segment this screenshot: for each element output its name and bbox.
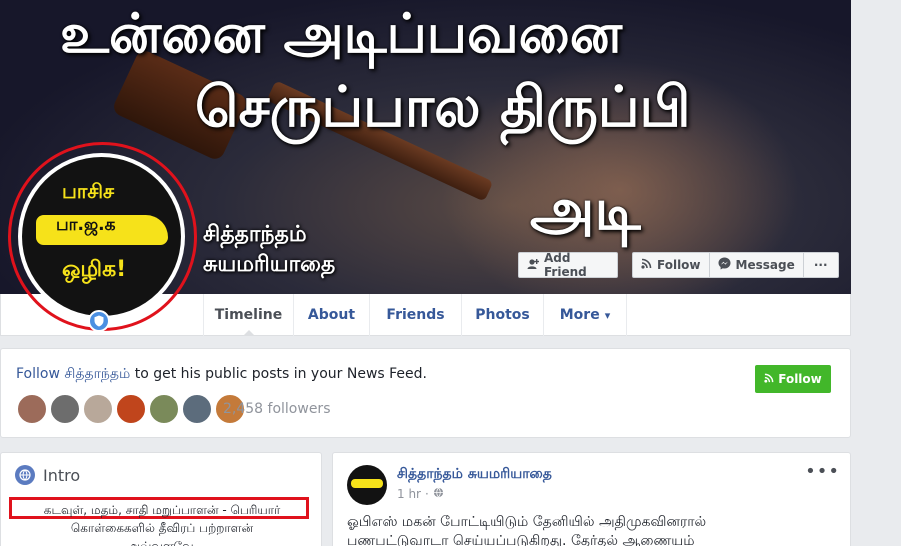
follower-avatar[interactable] [148, 393, 180, 425]
cover-text-line1: உன்னை அடிப்பவனை [60, 2, 623, 65]
rss-icon [764, 372, 774, 386]
profile-action-group: Follow Message ··· [632, 252, 839, 278]
more-options-button[interactable]: ··· [804, 253, 838, 277]
tab-timeline[interactable]: Timeline [203, 294, 293, 336]
tab-timeline-label: Timeline [214, 307, 283, 323]
follower-avatar[interactable] [181, 393, 213, 425]
post-text: ஓபிஎஸ் மகன் போட்டியிடும் தேனியில் அதிமுக… [347, 513, 837, 546]
message-button[interactable]: Message [710, 253, 804, 277]
post-time[interactable]: 1 hr [397, 487, 421, 501]
cover-text-line2: செருப்பால திருப்பி [195, 75, 691, 140]
followers-count[interactable]: 2,458 followers [223, 401, 330, 417]
cover-text-line3: அடி [530, 175, 641, 243]
post-card: சித்தாந்தம் சுயமரியாதை 1 hr · ••• ஓபிஎஸ்… [332, 452, 851, 546]
follow-green-label: Follow [778, 372, 822, 386]
follower-avatar[interactable] [115, 393, 147, 425]
follower-avatars [16, 393, 247, 425]
intro-bio-line1: கடவுள், மதம், சாதி மறுப்பாளன் - பெரியார் [43, 503, 281, 517]
follow-label: Follow [657, 258, 701, 272]
avatar-text-top: பாசிச [62, 179, 115, 203]
post-author-name[interactable]: சித்தாந்தம் சுயமரியாதை [397, 466, 552, 484]
post-meta: 1 hr · [397, 487, 444, 501]
profile-name[interactable]: சித்தாந்தம் சுயமரியாதை [203, 220, 335, 280]
rss-icon [641, 258, 652, 272]
tab-photos-label: Photos [475, 307, 530, 323]
tab-about-label: About [307, 307, 356, 323]
tab-photos[interactable]: Photos [461, 294, 543, 336]
post-text-line2: பணபட்டுவாடா செய்யப்படுகிறது. தேர்தல் ஆணை… [347, 533, 695, 546]
avatar-text-bottom: ஒழிக! [62, 257, 127, 282]
add-friend-label: Add Friend [544, 251, 587, 279]
tab-friends[interactable]: Friends [369, 294, 461, 336]
follower-avatar[interactable] [16, 393, 48, 425]
intro-bio-line2: கொள்கைகளில் தீவிரப் பற்றாளன் [70, 521, 254, 535]
follow-button[interactable]: Follow [633, 253, 710, 277]
message-label: Message [735, 258, 795, 272]
messenger-icon [718, 257, 731, 273]
follow-prompt: Follow சித்தாந்தம் to get his public pos… [16, 366, 427, 384]
post-author-avatar[interactable] [347, 465, 387, 505]
tab-more[interactable]: More ▾ [543, 294, 627, 336]
tab-more-label: More [559, 307, 600, 323]
add-friend-icon [527, 258, 540, 273]
more-dots-icon: ··· [813, 258, 828, 272]
public-globe-icon [433, 487, 444, 501]
avatar-text-mid: பா.ஜ.க [56, 215, 116, 235]
avatar-image: பாசிச பா.ஜ.க ஒழிக! [22, 157, 181, 316]
profile-name-line2: சுயமரியாதை [203, 252, 336, 277]
intro-card: Intro கடவுள், மதம், சாதி மறுப்பாளன் - பெ… [0, 452, 322, 546]
intro-header: Intro [15, 465, 80, 485]
globe-icon [15, 465, 35, 485]
follow-suggestion-card: Follow சித்தாந்தம் to get his public pos… [0, 348, 851, 438]
post-text-line1: ஓபிஎஸ் மகன் போட்டியிடும் தேனியில் அதிமுக… [347, 514, 707, 530]
follow-prompt-suffix: to get his public posts in your News Fee… [130, 366, 427, 382]
add-friend-button[interactable]: Add Friend [518, 251, 618, 279]
follow-green-button[interactable]: Follow [755, 365, 831, 393]
tab-about[interactable]: About [293, 294, 369, 336]
chevron-down-icon: ▾ [604, 308, 611, 322]
intro-bio: கடவுள், மதம், சாதி மறுப்பாளன் - பெரியார்… [1, 501, 323, 546]
avatar-mini-shape [351, 479, 383, 488]
profile-name-line1: சித்தாந்தம் [203, 222, 307, 247]
follower-avatar[interactable] [82, 393, 114, 425]
post-meta-dot: · [425, 487, 429, 501]
intro-bio-line3: அவ்வளவே. [126, 539, 198, 546]
follow-link[interactable]: Follow சித்தாந்தம் [16, 366, 130, 382]
tab-friends-label: Friends [386, 307, 445, 323]
profile-picture[interactable]: பாசிச பா.ஜ.க ஒழிக! [18, 153, 185, 320]
profile-shield-icon [88, 310, 110, 332]
follower-avatar[interactable] [49, 393, 81, 425]
post-options-button[interactable]: ••• [805, 461, 840, 482]
intro-title: Intro [43, 465, 81, 485]
